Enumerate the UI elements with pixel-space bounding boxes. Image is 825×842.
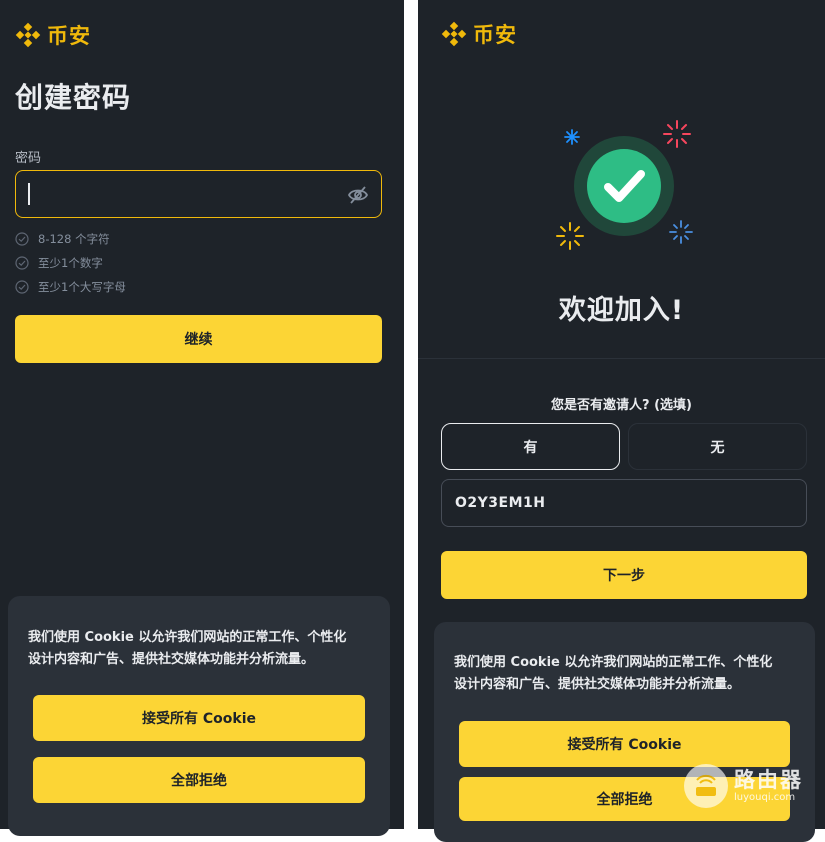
section-divider xyxy=(418,358,825,359)
check-circle-icon xyxy=(15,232,29,246)
check-circle-icon xyxy=(15,280,29,294)
router-icon xyxy=(684,764,728,808)
watermark: 路由器 luyouqi.com xyxy=(684,764,803,808)
binance-logo[interactable]: 币安 xyxy=(441,19,517,49)
reject-cookies-button[interactable]: 全部拒绝 xyxy=(33,757,365,803)
cookie-message: 我们使用 Cookie 以允许我们网站的正常工作、个性化 设计内容和广告、提供社… xyxy=(28,627,378,671)
success-check-icon xyxy=(556,120,693,250)
password-input[interactable] xyxy=(15,170,382,218)
watermark-text: 路由器 luyouqi.com xyxy=(734,768,803,804)
referral-yes-option[interactable]: 有 xyxy=(441,423,620,470)
check-circle-icon xyxy=(15,256,29,270)
eye-off-icon[interactable] xyxy=(347,184,369,206)
binance-logo[interactable]: 币安 xyxy=(15,20,91,50)
watermark-title: 路由器 xyxy=(734,768,803,792)
password-label: 密码 xyxy=(15,151,42,166)
cookie-message-line: 设计内容和广告、提供社交媒体功能并分析流量。 xyxy=(28,652,315,667)
cookie-message-line: 我们使用 Cookie 以允许我们网站的正常工作、个性化 xyxy=(454,655,773,670)
referral-no-option[interactable]: 无 xyxy=(628,423,807,470)
rule-text: 至少1个数字 xyxy=(38,256,103,270)
cookie-message-line: 设计内容和广告、提供社交媒体功能并分析流量。 xyxy=(454,677,741,692)
cookie-message-line: 我们使用 Cookie 以允许我们网站的正常工作、个性化 xyxy=(28,630,347,645)
binance-logo-icon xyxy=(15,22,41,48)
accept-cookies-button[interactable]: 接受所有 Cookie xyxy=(33,695,365,741)
logo-text: 币安 xyxy=(473,23,517,47)
cookie-message: 我们使用 Cookie 以允许我们网站的正常工作、个性化 设计内容和广告、提供社… xyxy=(454,652,804,696)
rule-text: 至少1个大写字母 xyxy=(38,280,126,294)
rule-item: 8-128 个字符 xyxy=(15,227,126,251)
referral-code-input[interactable]: O2Y3EM1H xyxy=(441,479,807,527)
success-illustration xyxy=(556,118,698,250)
rule-item: 至少1个数字 xyxy=(15,251,126,275)
welcome-heading: 欢迎加入! xyxy=(558,295,685,326)
logo-text: 币安 xyxy=(47,24,91,48)
referral-question: 您是否有邀请人? (选填) xyxy=(551,398,692,413)
rule-item: 至少1个大写字母 xyxy=(15,275,126,299)
accept-cookies-button[interactable]: 接受所有 Cookie xyxy=(459,721,790,767)
watermark-domain: luyouqi.com xyxy=(734,792,796,803)
next-step-button[interactable]: 下一步 xyxy=(441,551,807,599)
binance-logo-icon xyxy=(441,21,467,47)
rule-text: 8-128 个字符 xyxy=(38,232,110,246)
continue-button[interactable]: 继续 xyxy=(15,315,382,363)
password-rules: 8-128 个字符 至少1个数字 至少1个大写字母 xyxy=(15,227,126,299)
text-caret xyxy=(28,183,30,205)
router-glyph xyxy=(696,774,716,796)
page-title: 创建密码 xyxy=(15,81,132,114)
